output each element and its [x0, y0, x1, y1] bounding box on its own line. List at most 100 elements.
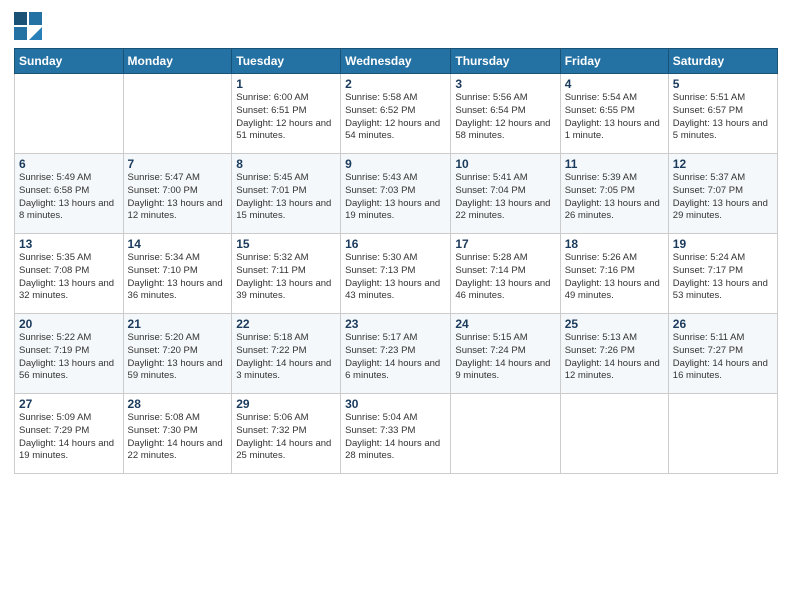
calendar-cell: 12Sunrise: 5:37 AM Sunset: 7:07 PM Dayli… [668, 154, 777, 234]
day-info: Sunrise: 5:13 AM Sunset: 7:26 PM Dayligh… [565, 332, 664, 383]
day-number: 27 [19, 397, 119, 411]
day-info: Sunrise: 5:04 AM Sunset: 7:33 PM Dayligh… [345, 412, 446, 463]
day-number: 10 [455, 157, 555, 171]
day-number: 28 [128, 397, 228, 411]
calendar-cell: 16Sunrise: 5:30 AM Sunset: 7:13 PM Dayli… [341, 234, 451, 314]
calendar-header-row: SundayMondayTuesdayWednesdayThursdayFrid… [15, 49, 778, 74]
calendar-cell: 29Sunrise: 5:06 AM Sunset: 7:32 PM Dayli… [232, 394, 341, 474]
col-header-monday: Monday [123, 49, 232, 74]
calendar-cell: 28Sunrise: 5:08 AM Sunset: 7:30 PM Dayli… [123, 394, 232, 474]
day-number: 13 [19, 237, 119, 251]
day-number: 25 [565, 317, 664, 331]
day-info: Sunrise: 5:28 AM Sunset: 7:14 PM Dayligh… [455, 252, 555, 303]
day-info: Sunrise: 5:49 AM Sunset: 6:58 PM Dayligh… [19, 172, 119, 223]
day-number: 12 [673, 157, 773, 171]
day-number: 7 [128, 157, 228, 171]
calendar-cell: 11Sunrise: 5:39 AM Sunset: 7:05 PM Dayli… [560, 154, 668, 234]
calendar-week-4: 20Sunrise: 5:22 AM Sunset: 7:19 PM Dayli… [15, 314, 778, 394]
calendar-cell: 9Sunrise: 5:43 AM Sunset: 7:03 PM Daylig… [341, 154, 451, 234]
col-header-thursday: Thursday [451, 49, 560, 74]
day-info: Sunrise: 5:18 AM Sunset: 7:22 PM Dayligh… [236, 332, 336, 383]
calendar-cell: 15Sunrise: 5:32 AM Sunset: 7:11 PM Dayli… [232, 234, 341, 314]
day-info: Sunrise: 5:32 AM Sunset: 7:11 PM Dayligh… [236, 252, 336, 303]
calendar-week-3: 13Sunrise: 5:35 AM Sunset: 7:08 PM Dayli… [15, 234, 778, 314]
day-info: Sunrise: 5:09 AM Sunset: 7:29 PM Dayligh… [19, 412, 119, 463]
calendar-cell: 21Sunrise: 5:20 AM Sunset: 7:20 PM Dayli… [123, 314, 232, 394]
calendar-cell [123, 74, 232, 154]
day-number: 14 [128, 237, 228, 251]
day-info: Sunrise: 5:11 AM Sunset: 7:27 PM Dayligh… [673, 332, 773, 383]
day-info: Sunrise: 5:45 AM Sunset: 7:01 PM Dayligh… [236, 172, 336, 223]
calendar-cell: 10Sunrise: 5:41 AM Sunset: 7:04 PM Dayli… [451, 154, 560, 234]
day-info: Sunrise: 5:26 AM Sunset: 7:16 PM Dayligh… [565, 252, 664, 303]
day-number: 24 [455, 317, 555, 331]
calendar-week-2: 6Sunrise: 5:49 AM Sunset: 6:58 PM Daylig… [15, 154, 778, 234]
calendar-cell: 13Sunrise: 5:35 AM Sunset: 7:08 PM Dayli… [15, 234, 124, 314]
day-info: Sunrise: 5:37 AM Sunset: 7:07 PM Dayligh… [673, 172, 773, 223]
calendar-cell: 7Sunrise: 5:47 AM Sunset: 7:00 PM Daylig… [123, 154, 232, 234]
calendar-table: SundayMondayTuesdayWednesdayThursdayFrid… [14, 48, 778, 474]
col-header-saturday: Saturday [668, 49, 777, 74]
day-info: Sunrise: 5:51 AM Sunset: 6:57 PM Dayligh… [673, 92, 773, 143]
day-info: Sunrise: 5:43 AM Sunset: 7:03 PM Dayligh… [345, 172, 446, 223]
day-info: Sunrise: 5:06 AM Sunset: 7:32 PM Dayligh… [236, 412, 336, 463]
day-info: Sunrise: 5:54 AM Sunset: 6:55 PM Dayligh… [565, 92, 664, 143]
day-number: 30 [345, 397, 446, 411]
col-header-sunday: Sunday [15, 49, 124, 74]
day-info: Sunrise: 5:08 AM Sunset: 7:30 PM Dayligh… [128, 412, 228, 463]
calendar-cell [451, 394, 560, 474]
day-info: Sunrise: 6:00 AM Sunset: 6:51 PM Dayligh… [236, 92, 336, 143]
calendar-cell: 19Sunrise: 5:24 AM Sunset: 7:17 PM Dayli… [668, 234, 777, 314]
calendar-cell: 22Sunrise: 5:18 AM Sunset: 7:22 PM Dayli… [232, 314, 341, 394]
calendar-cell [668, 394, 777, 474]
day-number: 11 [565, 157, 664, 171]
day-info: Sunrise: 5:47 AM Sunset: 7:00 PM Dayligh… [128, 172, 228, 223]
calendar-cell: 27Sunrise: 5:09 AM Sunset: 7:29 PM Dayli… [15, 394, 124, 474]
day-number: 18 [565, 237, 664, 251]
calendar-cell: 20Sunrise: 5:22 AM Sunset: 7:19 PM Dayli… [15, 314, 124, 394]
calendar-cell [560, 394, 668, 474]
calendar-cell: 1Sunrise: 6:00 AM Sunset: 6:51 PM Daylig… [232, 74, 341, 154]
calendar-week-1: 1Sunrise: 6:00 AM Sunset: 6:51 PM Daylig… [15, 74, 778, 154]
calendar-cell: 26Sunrise: 5:11 AM Sunset: 7:27 PM Dayli… [668, 314, 777, 394]
calendar-cell: 18Sunrise: 5:26 AM Sunset: 7:16 PM Dayli… [560, 234, 668, 314]
col-header-friday: Friday [560, 49, 668, 74]
calendar-cell: 25Sunrise: 5:13 AM Sunset: 7:26 PM Dayli… [560, 314, 668, 394]
day-number: 4 [565, 77, 664, 91]
day-number: 15 [236, 237, 336, 251]
calendar-cell: 2Sunrise: 5:58 AM Sunset: 6:52 PM Daylig… [341, 74, 451, 154]
day-number: 6 [19, 157, 119, 171]
day-info: Sunrise: 5:15 AM Sunset: 7:24 PM Dayligh… [455, 332, 555, 383]
day-number: 29 [236, 397, 336, 411]
calendar-cell: 5Sunrise: 5:51 AM Sunset: 6:57 PM Daylig… [668, 74, 777, 154]
calendar-cell: 4Sunrise: 5:54 AM Sunset: 6:55 PM Daylig… [560, 74, 668, 154]
logo [14, 12, 44, 40]
day-info: Sunrise: 5:34 AM Sunset: 7:10 PM Dayligh… [128, 252, 228, 303]
calendar-cell: 8Sunrise: 5:45 AM Sunset: 7:01 PM Daylig… [232, 154, 341, 234]
day-number: 21 [128, 317, 228, 331]
col-header-tuesday: Tuesday [232, 49, 341, 74]
day-number: 2 [345, 77, 446, 91]
calendar-cell: 30Sunrise: 5:04 AM Sunset: 7:33 PM Dayli… [341, 394, 451, 474]
day-info: Sunrise: 5:41 AM Sunset: 7:04 PM Dayligh… [455, 172, 555, 223]
day-number: 22 [236, 317, 336, 331]
day-info: Sunrise: 5:58 AM Sunset: 6:52 PM Dayligh… [345, 92, 446, 143]
day-info: Sunrise: 5:20 AM Sunset: 7:20 PM Dayligh… [128, 332, 228, 383]
calendar-cell: 24Sunrise: 5:15 AM Sunset: 7:24 PM Dayli… [451, 314, 560, 394]
day-info: Sunrise: 5:22 AM Sunset: 7:19 PM Dayligh… [19, 332, 119, 383]
day-info: Sunrise: 5:30 AM Sunset: 7:13 PM Dayligh… [345, 252, 446, 303]
day-number: 23 [345, 317, 446, 331]
day-number: 5 [673, 77, 773, 91]
header [14, 12, 778, 40]
calendar-cell: 6Sunrise: 5:49 AM Sunset: 6:58 PM Daylig… [15, 154, 124, 234]
logo-icon [14, 12, 42, 40]
day-info: Sunrise: 5:56 AM Sunset: 6:54 PM Dayligh… [455, 92, 555, 143]
calendar-cell: 23Sunrise: 5:17 AM Sunset: 7:23 PM Dayli… [341, 314, 451, 394]
day-info: Sunrise: 5:17 AM Sunset: 7:23 PM Dayligh… [345, 332, 446, 383]
day-number: 19 [673, 237, 773, 251]
calendar-cell: 17Sunrise: 5:28 AM Sunset: 7:14 PM Dayli… [451, 234, 560, 314]
calendar-cell: 14Sunrise: 5:34 AM Sunset: 7:10 PM Dayli… [123, 234, 232, 314]
col-header-wednesday: Wednesday [341, 49, 451, 74]
calendar-cell [15, 74, 124, 154]
day-info: Sunrise: 5:39 AM Sunset: 7:05 PM Dayligh… [565, 172, 664, 223]
